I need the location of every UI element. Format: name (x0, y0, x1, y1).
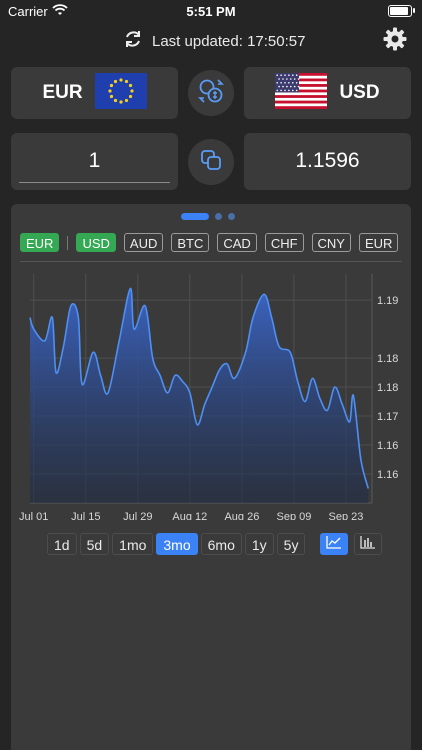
x-tick-label: Sep 23 (329, 511, 364, 520)
battery-icon (388, 5, 415, 17)
range-1d[interactable]: 1d (47, 533, 77, 555)
from-currency-code: EUR (42, 82, 83, 103)
last-updated-label: Last updated: 17:50:57 (152, 32, 306, 50)
chip-cny[interactable]: CNY (311, 233, 351, 252)
line-chart-icon (326, 535, 342, 554)
y-tick-label: 1.16 (377, 440, 398, 452)
x-tick-label: Jul 29 (123, 511, 152, 520)
swap-icon (196, 76, 226, 111)
copy-result-button[interactable] (188, 139, 234, 185)
y-tick-label: 1.16 (377, 469, 398, 481)
to-currency-code: USD (339, 82, 380, 103)
range-1y[interactable]: 1y (244, 533, 274, 555)
range-5d[interactable]: 5d (79, 533, 110, 555)
chips-divider (20, 261, 402, 262)
range-5y[interactable]: 5y (276, 533, 306, 555)
y-tick-label: 1.18 (377, 382, 398, 394)
x-tick-label: Sep 09 (276, 511, 311, 520)
line-chart-button[interactable] (320, 533, 349, 555)
x-tick-label: Aug 12 (172, 511, 207, 520)
refresh-icon[interactable] (122, 28, 144, 54)
range-3mo[interactable]: 3mo (156, 533, 198, 555)
converted-result: 1.1596 (244, 133, 411, 190)
chip-aud[interactable]: AUD (123, 233, 164, 252)
rate-chart[interactable]: 1.19 1.18 1.18 1.17 1.16 1.16 Jul 01 Jul 15 Jul … (11, 270, 411, 520)
chip-chf[interactable]: CHF (264, 233, 304, 252)
amount-input[interactable]: 1 (11, 133, 178, 190)
x-tick-label: Jul 01 (19, 511, 48, 520)
x-tick-label: Jul 15 (71, 511, 100, 520)
chip-eur[interactable]: EUR (358, 233, 399, 252)
currency-chips: EUR USD AUD BTC CAD CHF CNY EUR (20, 233, 410, 252)
amount-underline (19, 182, 170, 183)
us-flag-icon (275, 72, 328, 114)
chip-btc[interactable]: BTC (171, 233, 210, 252)
amount-value[interactable]: 1 (11, 149, 178, 173)
result-value: 1.1596 (295, 149, 360, 172)
status-bar: Carrier 5:51 PM (0, 0, 422, 24)
x-tick-label: Aug 26 (224, 511, 259, 520)
page-dot[interactable] (181, 212, 209, 220)
page-dot[interactable] (215, 212, 222, 220)
copy-icon (199, 148, 223, 177)
status-time: 5:51 PM (186, 4, 236, 19)
to-currency-selector[interactable]: USD (244, 67, 411, 119)
range-selector: 1d 5d 1mo 3mo 6mo 1y 5y (47, 533, 388, 555)
rate-area (30, 288, 369, 503)
bar-chart-button[interactable] (354, 533, 383, 555)
y-tick-label: 1.19 (377, 295, 398, 307)
chip-separator (67, 235, 69, 250)
swap-currencies-button[interactable] (188, 70, 234, 116)
chart-card: EUR USD AUD BTC CAD CHF CNY EUR 1.19 1.18 1.18 1.… (11, 204, 411, 750)
last-updated: Last updated: 17:50:57 (122, 28, 305, 54)
page-dot[interactable] (228, 212, 235, 220)
y-tick-label: 1.18 (377, 353, 398, 365)
range-1mo[interactable]: 1mo (112, 533, 154, 555)
y-tick-label: 1.17 (377, 411, 398, 423)
header: Last updated: 17:50:57 (0, 24, 422, 54)
eu-flag-icon (94, 72, 147, 114)
gear-icon[interactable] (382, 26, 408, 57)
page-indicator[interactable] (181, 212, 235, 220)
bar-chart-icon (360, 535, 376, 554)
from-currency-selector[interactable]: EUR (11, 67, 178, 119)
range-6mo[interactable]: 6mo (200, 533, 242, 555)
chip-cad[interactable]: CAD (217, 233, 257, 252)
chip-usd[interactable]: USD (76, 233, 116, 252)
chip-base[interactable]: EUR (20, 233, 60, 252)
